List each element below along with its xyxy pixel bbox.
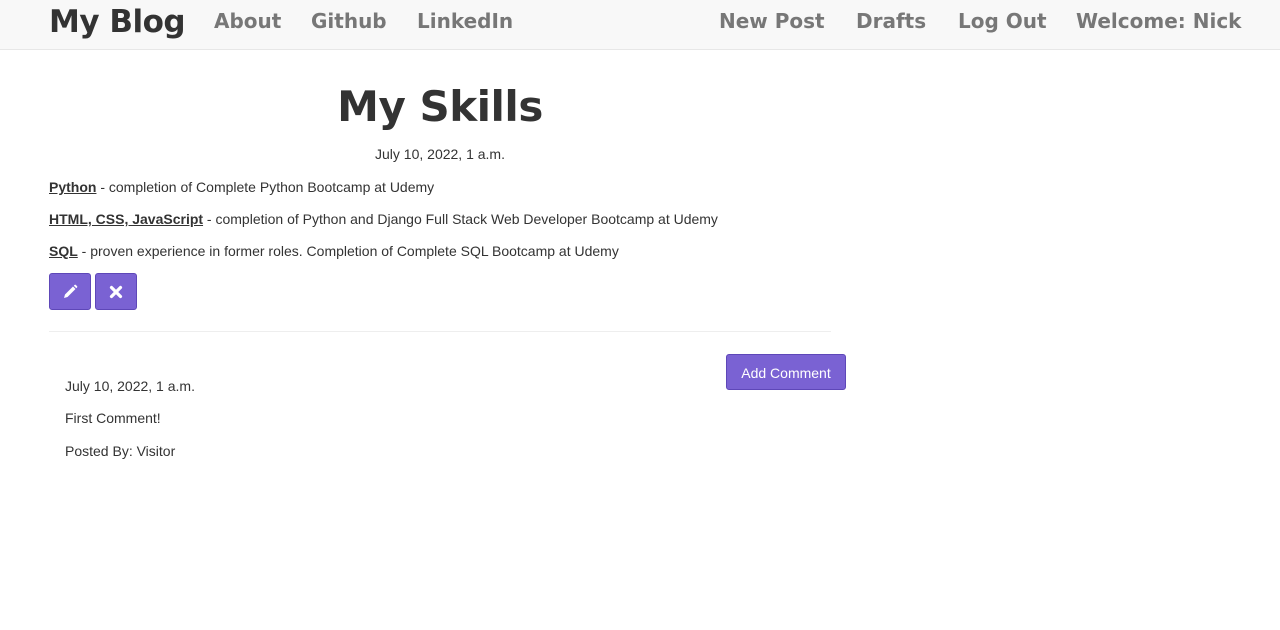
skill-detail: - completion of Complete Python Bootcamp… (96, 179, 435, 195)
skill-detail: - completion of Python and Django Full S… (203, 211, 718, 227)
skill-detail: - proven experience in former roles. Com… (77, 243, 619, 259)
nav-link-linkedin[interactable]: LinkedIn (417, 6, 513, 36)
nav-link-drafts[interactable]: Drafts (856, 6, 926, 36)
skill-item-sql: SQL - proven experience in former roles.… (49, 243, 619, 259)
post-date: July 10, 2022, 1 a.m. (375, 146, 505, 162)
comment-author: Posted By: Visitor (65, 443, 176, 459)
delete-post-button[interactable] (95, 273, 137, 310)
post-divider (49, 331, 831, 332)
edit-post-button[interactable] (49, 273, 91, 310)
close-icon (109, 285, 123, 298)
brand-link[interactable]: My Blog (49, 2, 186, 42)
nav-link-about[interactable]: About (214, 6, 281, 36)
skill-link-web[interactable]: HTML, CSS, JavaScript (49, 211, 203, 227)
add-comment-button[interactable]: Add Comment (726, 354, 846, 390)
skill-item-web: HTML, CSS, JavaScript - completion of Py… (49, 211, 718, 227)
comment-text: First Comment! (65, 410, 161, 426)
nav-link-log-out[interactable]: Log Out (958, 6, 1047, 36)
comment-date: July 10, 2022, 1 a.m. (65, 378, 195, 394)
nav-link-new-post[interactable]: New Post (719, 6, 825, 36)
pencil-icon (64, 284, 78, 298)
skill-link-python[interactable]: Python (49, 179, 96, 195)
post-title: My Skills (337, 82, 543, 131)
skill-item-python: Python - completion of Complete Python B… (49, 179, 434, 195)
welcome-user-label: Welcome: Nick (1076, 9, 1242, 33)
skill-link-sql[interactable]: SQL (49, 243, 78, 259)
navbar: My Blog About Github LinkedIn New Post D… (0, 0, 1280, 50)
nav-link-github[interactable]: Github (311, 6, 387, 36)
